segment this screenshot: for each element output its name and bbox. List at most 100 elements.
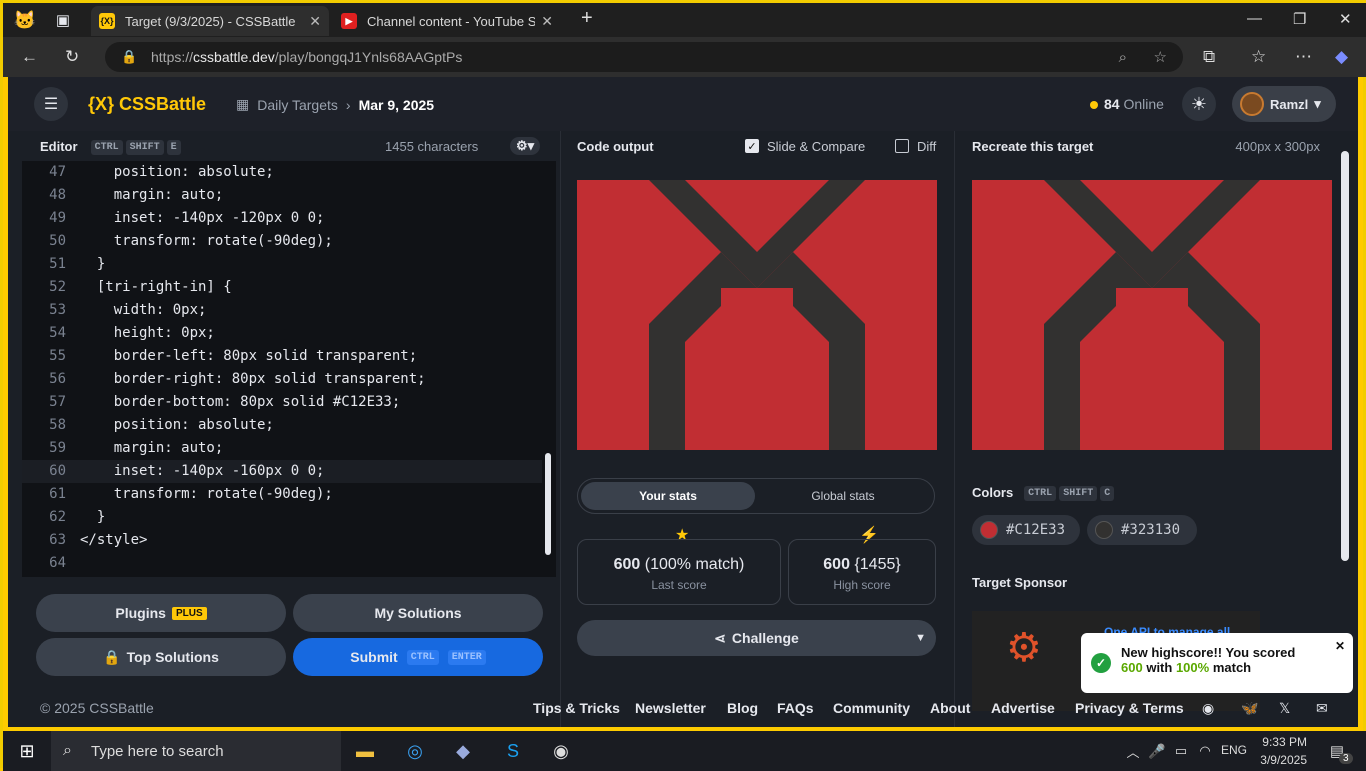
line-code: } [80, 256, 106, 272]
line-number: 57 [49, 394, 66, 410]
battery-icon[interactable]: ▭ [1169, 739, 1193, 763]
copilot-icon[interactable]: ◆ [1335, 47, 1348, 67]
footer-link-blog[interactable]: Blog [727, 700, 758, 716]
code-editor[interactable]: 47 position: absolute; 48 margin: auto; 49… [22, 161, 556, 577]
url-field[interactable]: 🔒 https://cssbattle.dev/play/bongqJ1Ynls… [105, 42, 1183, 72]
clock[interactable]: 9:33 PM 3/9/2025 [1259, 733, 1307, 769]
line-number: 48 [49, 187, 66, 203]
footer-link-newsletter[interactable]: Newsletter [635, 700, 706, 716]
wifi-icon[interactable]: ◠ [1193, 739, 1217, 763]
color-hex: #323130 [1121, 522, 1181, 538]
code-line[interactable]: 64 [22, 552, 542, 575]
favorite-star-icon[interactable]: ☆ [1154, 48, 1167, 66]
code-line[interactable]: 47 position: absolute; [22, 161, 542, 184]
code-line[interactable]: 57 border-bottom: 80px solid #C12E33; [22, 391, 542, 414]
tab-youtube-studio[interactable]: ▶ Channel content - YouTube Studio ✕ [333, 6, 561, 36]
app-icon[interactable]: ◆ [451, 739, 475, 763]
tab-your-stats[interactable]: Your stats [581, 482, 755, 510]
user-menu[interactable]: Ramzl ▾ [1232, 86, 1336, 122]
more-menu-icon[interactable]: ⋯ [1295, 47, 1312, 67]
search-placeholder: Type here to search [91, 742, 224, 760]
line-code: inset: -140px -160px 0 0; [80, 463, 325, 479]
profile-icon[interactable]: 🐱 [13, 8, 37, 32]
checkbox-icon[interactable] [895, 139, 909, 153]
kbd-enter: ENTER [447, 649, 486, 665]
new-tab-icon[interactable]: + [581, 7, 593, 30]
top-solutions-button[interactable]: 🔒 Top Solutions [36, 638, 286, 676]
footer-link-advertise[interactable]: Advertise [991, 700, 1055, 716]
tab-global-stats[interactable]: Global stats [756, 482, 930, 510]
refresh-icon[interactable]: ↻ [65, 47, 79, 67]
my-solutions-button[interactable]: My Solutions [293, 594, 543, 632]
minimize-icon[interactable]: — [1247, 10, 1262, 27]
file-explorer-icon[interactable]: ▬ [353, 739, 377, 763]
footer-link-tips[interactable]: Tips & Tricks [533, 700, 620, 716]
tab-cssbattle[interactable]: {X} Target (9/3/2025) - CSSBattle ✕ [91, 6, 329, 36]
breadcrumb-daily-targets[interactable]: Daily Targets [257, 97, 338, 113]
color-swatch-dark[interactable]: #323130 [1087, 515, 1197, 545]
close-tab-icon[interactable]: ✕ [541, 13, 553, 30]
back-icon[interactable]: ← [21, 47, 38, 67]
theme-toggle-icon[interactable]: ☀ [1182, 87, 1216, 121]
code-line[interactable]: 52 [tri-right-in] { [22, 276, 542, 299]
code-line[interactable]: 63 </style> [22, 529, 542, 552]
color-swatch-red[interactable]: #C12E33 [972, 515, 1080, 545]
url-host: cssbattle.dev [193, 49, 275, 65]
char-count: 1455 characters [385, 138, 479, 154]
diff-toggle[interactable]: Diff [895, 139, 936, 154]
close-window-icon[interactable]: ✕ [1339, 10, 1352, 28]
discord-icon[interactable]: ◉ [1202, 700, 1214, 717]
extensions-icon[interactable]: ⧉ [1203, 47, 1215, 67]
sponsor-label: Target Sponsor [972, 575, 1068, 590]
line-number: 60 [49, 463, 66, 479]
challenge-button[interactable]: ⋖ Challenge ▼ [577, 620, 936, 656]
windows-start-icon[interactable]: ⊞ [15, 739, 39, 763]
menu-icon[interactable]: ☰ [34, 87, 68, 121]
editor-scrollbar[interactable] [545, 453, 551, 555]
last-score-value: 600 [613, 556, 641, 573]
obs-icon[interactable]: ◉ [549, 739, 573, 763]
footer-link-community[interactable]: Community [833, 700, 910, 716]
x-icon[interactable]: 𝕏 [1279, 700, 1290, 717]
zoom-icon[interactable]: ⌕ [1119, 49, 1127, 66]
taskbar-search[interactable]: ⌕ Type here to search [51, 731, 341, 771]
line-code: transform: rotate(-90deg); [80, 233, 333, 249]
code-line[interactable]: 56 border-right: 80px solid transparent; [22, 368, 542, 391]
editor-settings-icon[interactable]: ⚙▾ [510, 137, 541, 155]
footer-link-faqs[interactable]: FAQs [777, 700, 814, 716]
code-line[interactable]: 62 } [22, 506, 542, 529]
slide-compare-toggle[interactable]: ✓ Slide & Compare [745, 139, 865, 154]
tab-actions-icon[interactable]: ▣ [51, 8, 75, 32]
chevron-up-icon[interactable]: ︿ [1121, 739, 1145, 763]
footer-link-privacy[interactable]: Privacy & Terms [1075, 700, 1184, 716]
favorites-icon[interactable]: ☆ [1251, 47, 1266, 67]
code-line[interactable]: 60 inset: -140px -160px 0 0; [22, 460, 542, 483]
code-line[interactable]: 49 inset: -140px -120px 0 0; [22, 207, 542, 230]
code-line[interactable]: 51 } [22, 253, 542, 276]
cssbattle-logo[interactable]: {X} CSSBattle [88, 94, 206, 115]
footer-link-about[interactable]: About [930, 700, 970, 716]
edge-icon[interactable]: ◎ [403, 739, 427, 763]
language-indicator[interactable]: ENG [1221, 743, 1247, 757]
code-line[interactable]: 53 width: 0px; [22, 299, 542, 322]
maximize-icon[interactable]: ❐ [1293, 10, 1306, 28]
bluesky-icon[interactable]: 🦋 [1241, 700, 1258, 717]
code-line[interactable]: 54 height: 0px; [22, 322, 542, 345]
plugins-button[interactable]: Plugins PLUS [36, 594, 286, 632]
target-scrollbar[interactable] [1341, 151, 1349, 561]
mail-icon[interactable]: ✉ [1316, 700, 1328, 717]
code-line[interactable]: 61 transform: rotate(-90deg); [22, 483, 542, 506]
code-line[interactable]: 58 position: absolute; [22, 414, 542, 437]
code-line[interactable]: 50 transform: rotate(-90deg); [22, 230, 542, 253]
chevron-down-icon[interactable]: ▼ [915, 632, 926, 644]
checkbox-checked-icon[interactable]: ✓ [745, 139, 759, 153]
microphone-icon[interactable]: 🎤 [1145, 739, 1169, 763]
code-line[interactable]: 59 margin: auto; [22, 437, 542, 460]
code-line[interactable]: 55 border-left: 80px solid transparent; [22, 345, 542, 368]
close-toast-icon[interactable]: ✕ [1335, 639, 1345, 653]
skype-icon[interactable]: S [501, 739, 525, 763]
close-tab-icon[interactable]: ✕ [309, 13, 321, 30]
code-line[interactable]: 48 margin: auto; [22, 184, 542, 207]
code-output-canvas[interactable] [577, 180, 937, 450]
submit-button[interactable]: Submit CTRL ENTER [293, 638, 543, 676]
